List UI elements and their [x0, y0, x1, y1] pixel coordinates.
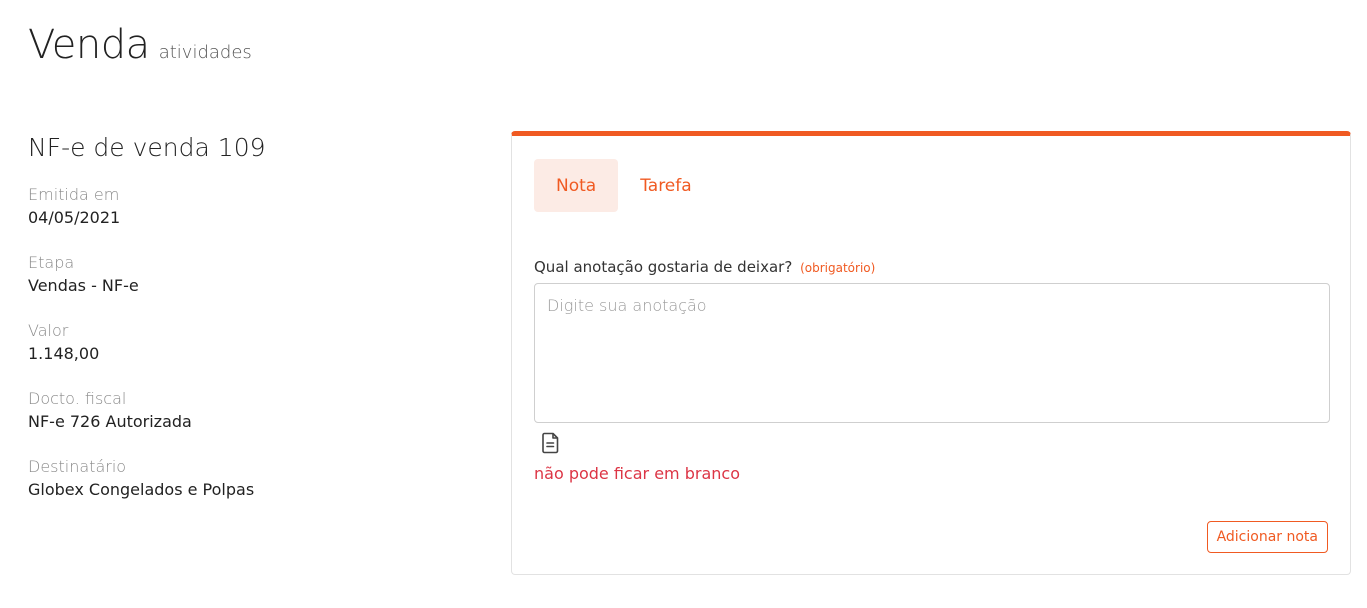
add-note-button[interactable]: Adicionar nota — [1206, 521, 1328, 553]
document-icon[interactable] — [542, 432, 560, 454]
validation-error: não pode ficar em branco — [534, 464, 740, 483]
detail-value: Globex Congelados e Polpas — [28, 480, 255, 499]
page-heading: Venda atividades — [28, 22, 252, 68]
note-question: Qual anotação gostaria de deixar? — [534, 258, 793, 276]
detail-value: NF-e 726 Autorizada — [28, 412, 192, 431]
detail-label: Valor — [28, 321, 69, 340]
detail-label: Docto. fiscal — [28, 389, 127, 408]
tab-tarefa[interactable]: Tarefa — [618, 159, 713, 212]
page-subtitle: atividades — [158, 42, 252, 63]
detail-value: 1.148,00 — [28, 344, 100, 363]
detail-label: Emitida em — [28, 185, 120, 204]
tab-nota[interactable]: Nota — [534, 159, 619, 212]
required-hint: (obrigatório) — [800, 261, 876, 275]
activity-card: Nota Tarefa Qual anotação gostaria de de… — [511, 131, 1351, 575]
activity-tabs: Nota Tarefa — [534, 159, 714, 212]
detail-stage: Etapa Vendas - NF-e — [28, 252, 448, 298]
detail-value: Vendas - NF-e — [28, 276, 139, 295]
detail-issued-date: Emitida em 04/05/2021 — [28, 184, 448, 230]
document-icon-glyph — [542, 432, 559, 454]
page: Venda atividades NF-e de venda 109 Emiti… — [0, 0, 1367, 608]
detail-amount: Valor 1.148,00 — [28, 320, 448, 366]
detail-fiscal-document: Docto. fiscal NF-e 726 Autorizada — [28, 388, 448, 434]
page-title: Venda — [28, 22, 150, 68]
detail-value: 04/05/2021 — [28, 208, 121, 227]
document-details: NF-e de venda 109 Emitida em 04/05/2021 … — [28, 132, 448, 524]
note-field-label: Qual anotação gostaria de deixar? (obrig… — [534, 258, 875, 276]
detail-label: Etapa — [28, 253, 75, 272]
detail-label: Destinatário — [28, 457, 127, 476]
document-title: NF-e de venda 109 — [28, 133, 266, 162]
detail-recipient: Destinatário Globex Congelados e Polpas — [28, 456, 448, 502]
note-textarea[interactable] — [534, 283, 1330, 423]
